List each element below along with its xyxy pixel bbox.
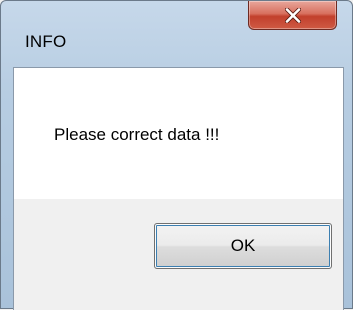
ok-button[interactable]: OK — [154, 223, 332, 269]
close-button[interactable] — [248, 1, 337, 30]
message-area: Please correct data !!! — [14, 68, 343, 199]
close-icon — [284, 7, 301, 23]
message-text: Please correct data !!! — [54, 125, 220, 144]
window-title: INFO — [25, 32, 67, 51]
title-bar[interactable]: INFO — [1, 1, 352, 67]
dialog-window: INFO Please correct data !!! OK — [0, 0, 353, 310]
dialog-body: Please correct data !!! OK — [13, 67, 344, 310]
